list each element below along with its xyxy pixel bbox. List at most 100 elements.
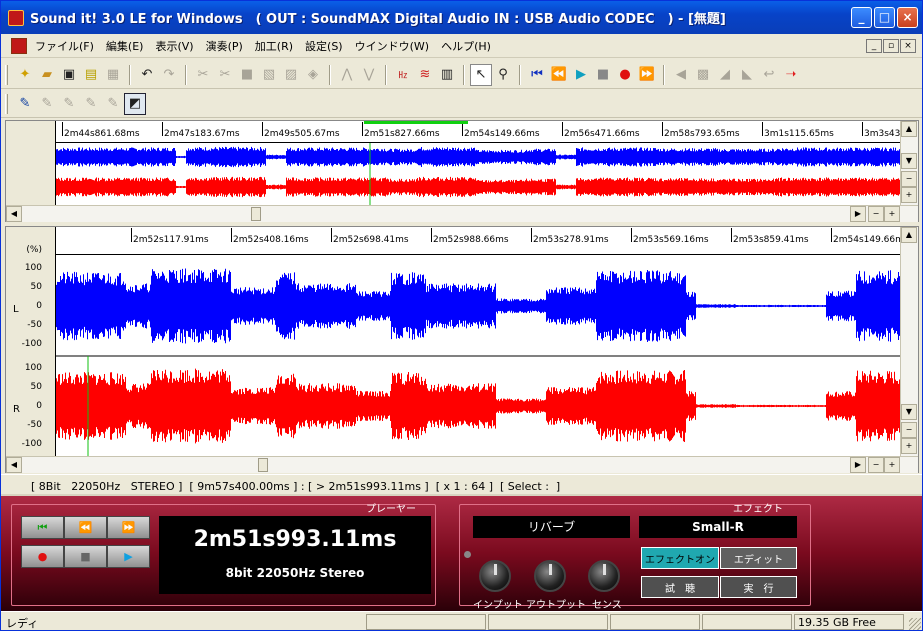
record-icon[interactable]: ● <box>614 64 636 86</box>
copy-icon[interactable]: ■ <box>236 64 258 86</box>
sense-knob[interactable] <box>588 560 620 592</box>
overview-horizontal-scrollbar[interactable]: ◀ ▶ − + <box>6 205 918 222</box>
menu-play[interactable]: 演奏(P) <box>203 38 246 54</box>
marker-icon[interactable]: ➝ <box>780 64 802 86</box>
waveform-icon[interactable]: ≋ <box>414 64 436 86</box>
zoom-out-horizontal-button[interactable]: − <box>868 206 884 222</box>
spectrum-icon[interactable]: ▥ <box>436 64 458 86</box>
scroll-thumb[interactable] <box>258 458 268 472</box>
detail-waveform[interactable] <box>56 255 902 456</box>
output-knob[interactable] <box>534 560 566 592</box>
menu-window[interactable]: ウインドウ(W) <box>352 38 432 54</box>
document-icon[interactable] <box>11 37 27 54</box>
menu-file[interactable]: ファイル(F) <box>32 38 97 54</box>
record-button[interactable]: ● <box>21 545 64 568</box>
save-as-icon[interactable]: ▤ <box>80 64 102 86</box>
toolbar-grip[interactable] <box>5 64 8 85</box>
smooth-tool-icon[interactable]: ✎ <box>80 93 102 115</box>
toolbar-grip[interactable] <box>5 93 8 114</box>
scroll-up-button[interactable]: ▲ <box>901 227 917 243</box>
mdi-minimize-button[interactable]: _ <box>866 39 882 53</box>
stop-button[interactable]: ■ <box>64 545 107 568</box>
scroll-left-button[interactable]: ◀ <box>6 457 22 473</box>
title-bar[interactable]: Sound it! 3.0 LE for Windows ( OUT : Sou… <box>1 1 922 34</box>
overview-waveform[interactable] <box>56 143 902 205</box>
app-icon[interactable] <box>8 9 24 26</box>
redo-icon[interactable]: ↷ <box>158 64 180 86</box>
open-folder-icon[interactable]: ▰ <box>36 64 58 86</box>
ramp-up-icon[interactable]: ◢ <box>714 64 736 86</box>
zoom-out-horizontal-button[interactable]: − <box>868 457 884 473</box>
zoom-out-vertical-button[interactable]: − <box>901 422 917 438</box>
overview-vertical-scrollbar[interactable]: ▲ ▼ − + <box>900 121 918 205</box>
fade-out-icon[interactable]: ⋁ <box>358 64 380 86</box>
mdi-close-button[interactable]: × <box>900 39 916 53</box>
stamp-tool-icon[interactable]: ✎ <box>102 93 124 115</box>
detail-ruler[interactable]: 2m52s117.91ms 2m52s408.16ms 2m52s698.41ms 2… <box>56 227 909 255</box>
go-start-icon[interactable]: ⏮ <box>526 64 548 86</box>
undo-icon[interactable]: ↶ <box>136 64 158 86</box>
effect-preset[interactable]: Small-R <box>639 516 797 538</box>
save-icon[interactable]: ▣ <box>58 64 80 86</box>
pointer-tool-icon[interactable]: ↖ <box>470 63 492 86</box>
effect-name[interactable]: リバーブ <box>473 516 630 538</box>
scroll-right-button[interactable]: ▶ <box>850 457 866 473</box>
overview-tick-label: 2m58s793.65ms <box>662 122 740 139</box>
zoom-in-horizontal-button[interactable]: + <box>884 457 900 473</box>
close-button[interactable]: × <box>897 7 918 28</box>
new-icon[interactable]: ✦ <box>14 64 36 86</box>
zoom-tool-icon[interactable]: ⚲ <box>492 64 514 86</box>
paste-icon[interactable]: ▧ <box>258 64 280 86</box>
cut-icon[interactable]: ✂ <box>192 64 214 86</box>
mixer-icon[interactable]: ▩ <box>692 64 714 86</box>
fast-forward-button[interactable]: ⏩ <box>107 516 150 539</box>
frequency-icon[interactable]: ㎐ <box>392 64 414 86</box>
menu-settings[interactable]: 設定(S) <box>302 38 346 54</box>
scroll-thumb[interactable] <box>251 207 261 221</box>
volume-icon[interactable]: ◀ <box>670 64 692 86</box>
play-button[interactable]: ▶ <box>107 545 150 568</box>
input-knob[interactable] <box>479 560 511 592</box>
record-file-icon[interactable]: ▦ <box>102 64 124 86</box>
delete-icon[interactable]: ◈ <box>302 64 324 86</box>
effect-edit-button[interactable]: エディット <box>720 547 797 569</box>
scroll-left-button[interactable]: ◀ <box>6 206 22 222</box>
detail-vertical-scrollbar[interactable]: ▲ ▼ − + <box>900 227 918 456</box>
rewind-icon[interactable]: ⏪ <box>548 64 570 86</box>
rewind-button[interactable]: ⏪ <box>64 516 107 539</box>
scroll-down-button[interactable]: ▼ <box>901 404 917 420</box>
fast-forward-icon[interactable]: ⏩ <box>636 64 658 86</box>
ramp-down-icon[interactable]: ◣ <box>736 64 758 86</box>
scroll-right-button[interactable]: ▶ <box>850 206 866 222</box>
stop-icon[interactable]: ■ <box>592 64 614 86</box>
pencil-tool-icon[interactable]: ✎ <box>14 93 36 115</box>
effect-apply-button[interactable]: 実 行 <box>720 576 797 598</box>
zoom-in-vertical-button[interactable]: + <box>901 187 917 203</box>
menu-edit[interactable]: 編集(E) <box>103 38 147 54</box>
cut-silence-icon[interactable]: ✂ <box>214 64 236 86</box>
maximize-button[interactable]: □ <box>874 7 895 28</box>
zoom-in-vertical-button[interactable]: + <box>901 438 917 454</box>
menu-process[interactable]: 加工(R) <box>252 38 296 54</box>
fade-in-icon[interactable]: ⋀ <box>336 64 358 86</box>
zoom-in-horizontal-button[interactable]: + <box>884 206 900 222</box>
go-start-button[interactable]: ⏮ <box>21 516 64 539</box>
scroll-up-button[interactable]: ▲ <box>901 121 917 137</box>
effect-on-button[interactable]: エフェクトオン <box>641 547 719 569</box>
brush-tool-icon[interactable]: ✎ <box>36 93 58 115</box>
scroll-down-button[interactable]: ▼ <box>901 153 917 169</box>
eraser-tool-icon[interactable]: ✎ <box>58 93 80 115</box>
effect-preview-button[interactable]: 試 聴 <box>641 576 719 598</box>
menu-view[interactable]: 表示(V) <box>152 38 196 54</box>
fit-view-icon[interactable]: ◩ <box>124 92 146 115</box>
reverse-icon[interactable]: ↩ <box>758 64 780 86</box>
menu-help[interactable]: ヘルプ(H) <box>438 38 494 54</box>
detail-horizontal-scrollbar[interactable]: ◀ ▶ − + <box>6 456 918 473</box>
play-icon[interactable]: ▶ <box>570 64 592 86</box>
zoom-out-vertical-button[interactable]: − <box>901 171 917 187</box>
paste-mix-icon[interactable]: ▨ <box>280 64 302 86</box>
resize-grip[interactable] <box>909 618 921 630</box>
overview-ruler[interactable]: 2m44s861.68ms 2m47s183.67ms 2m49s505.67ms 2… <box>56 121 906 143</box>
mdi-restore-button[interactable]: ▫ <box>883 39 899 53</box>
minimize-button[interactable]: _ <box>851 7 872 28</box>
